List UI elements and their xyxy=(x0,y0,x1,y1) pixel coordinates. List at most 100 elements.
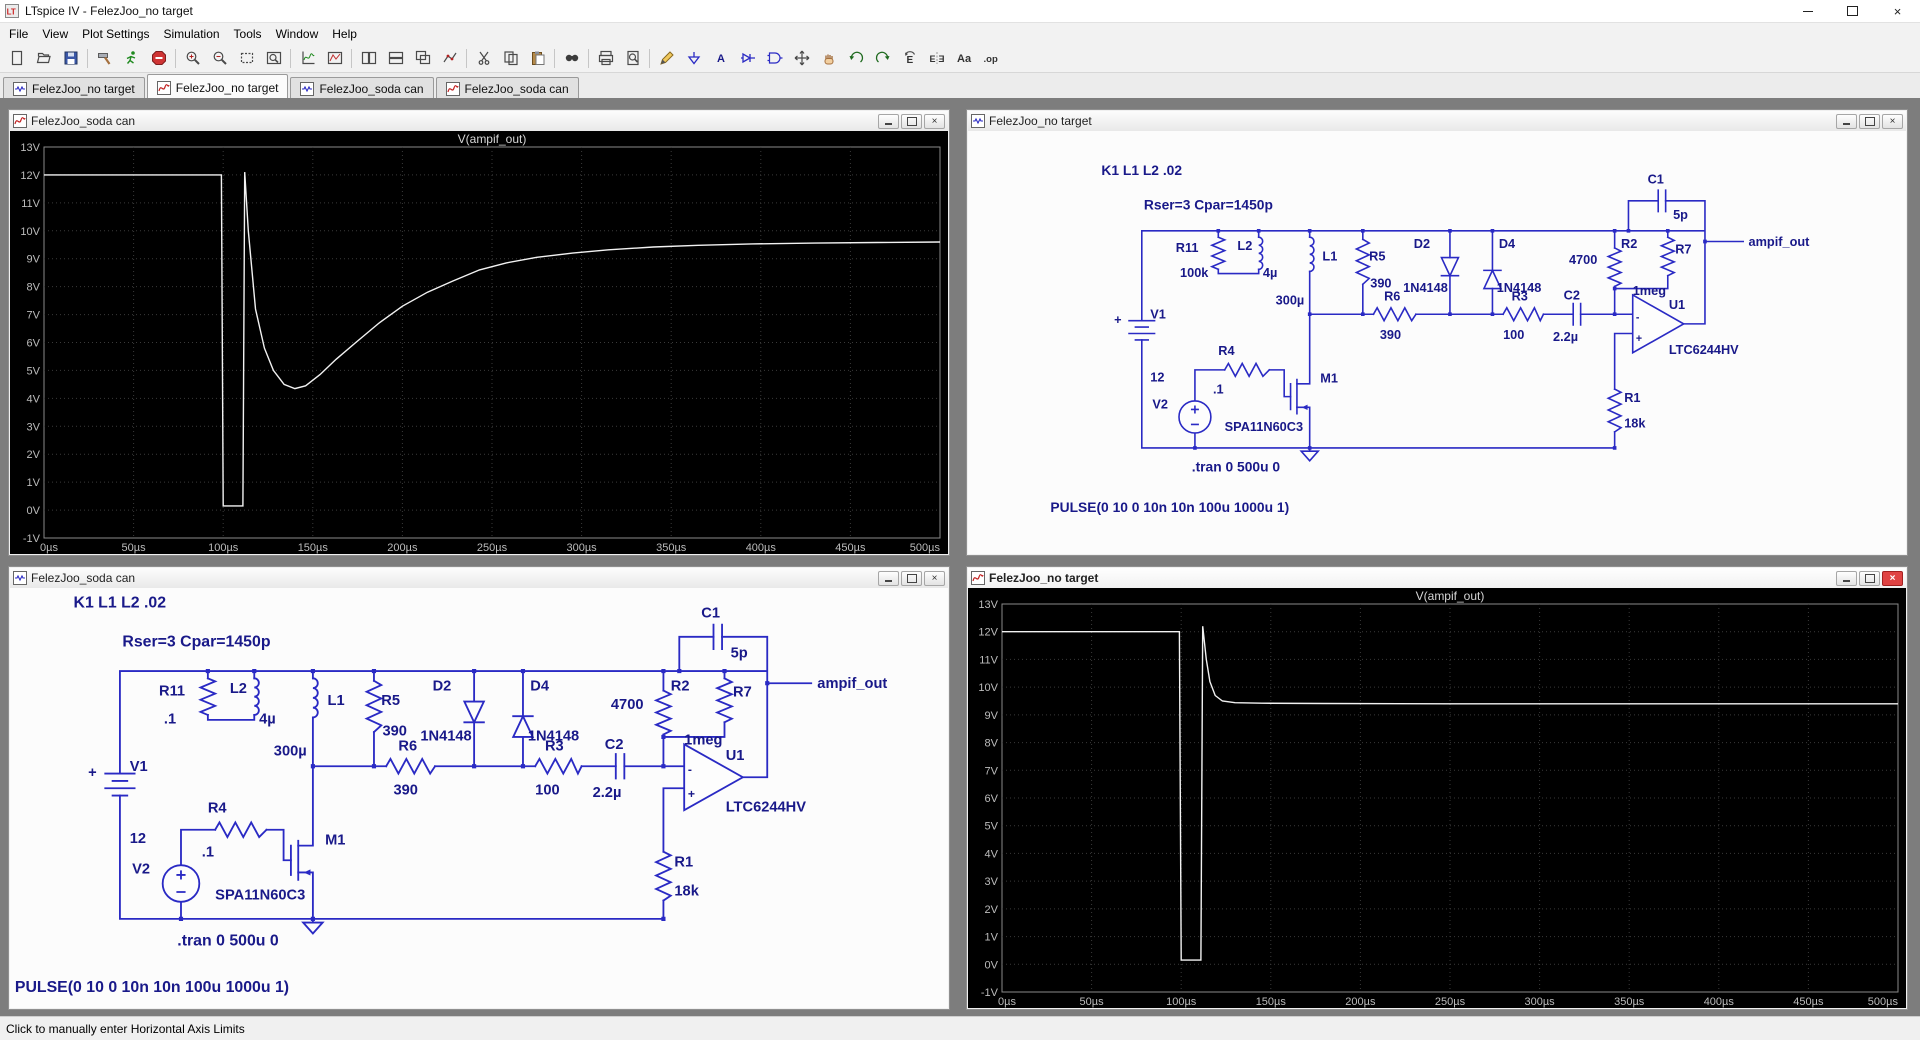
label-r5[interactable]: R5 xyxy=(381,693,400,709)
child-window-plot-no-target[interactable]: FelezJoo_no target × 0µs50µs100µs150µs20… xyxy=(966,566,1908,1010)
child-close-button[interactable]: × xyxy=(1882,571,1903,586)
zoom-fit-icon[interactable] xyxy=(260,46,287,71)
close-button[interactable]: × xyxy=(1875,0,1920,22)
inductor-l1[interactable] xyxy=(1310,237,1314,271)
directive-pulse[interactable]: PULSE(0 10 0 10n 10n 100u 1000u 1) xyxy=(15,979,289,996)
label-r2[interactable]: R2 xyxy=(671,679,690,695)
label-l2[interactable]: L2 xyxy=(1237,238,1252,253)
label-d2[interactable]: D2 xyxy=(433,679,452,695)
cut-icon[interactable] xyxy=(470,46,497,71)
resistor-r6[interactable] xyxy=(1373,308,1416,321)
resistor-r2[interactable] xyxy=(1608,248,1621,287)
child-window-plot-soda-can[interactable]: FelezJoo_soda can × 0µs50µs100µs150µs200… xyxy=(8,109,950,556)
tab-felezjoo-soda-can-schematic[interactable]: FelezJoo_soda can xyxy=(290,77,433,100)
value-c2[interactable]: 2.2µ xyxy=(1553,329,1578,344)
autorange-y-icon[interactable] xyxy=(294,46,321,71)
label-l1[interactable]: L1 xyxy=(328,693,345,709)
value-l2[interactable]: 4µ xyxy=(1263,265,1277,280)
directive-rser[interactable]: Rser=3 Cpar=1450p xyxy=(122,634,270,651)
redo-icon[interactable] xyxy=(869,46,896,71)
label-v1[interactable]: V1 xyxy=(130,759,148,775)
value-l1[interactable]: 300µ xyxy=(1276,293,1305,308)
menu-help[interactable]: Help xyxy=(325,25,364,43)
schematic-canvas-no-target[interactable]: K1 L1 L2 .02 Rser=3 Cpar=1450p R11 100k … xyxy=(968,131,1906,554)
net-label-ampif-out[interactable]: ampif_out xyxy=(817,676,887,692)
spice-directive-icon[interactable]: .op xyxy=(977,46,1004,71)
resistor-r2[interactable] xyxy=(656,691,671,735)
save-icon[interactable] xyxy=(57,46,84,71)
label-c2[interactable]: C2 xyxy=(605,737,624,753)
label-m1[interactable]: M1 xyxy=(1320,371,1338,386)
label-u1[interactable]: U1 xyxy=(1669,297,1685,312)
inductor-l2[interactable] xyxy=(254,678,259,715)
value-m1[interactable]: SPA11N60C3 xyxy=(1225,419,1303,434)
zoom-out-icon[interactable] xyxy=(206,46,233,71)
label-r3[interactable]: R3 xyxy=(1512,288,1528,303)
ground-symbol[interactable] xyxy=(1301,451,1318,461)
title-bar[interactable]: LT LTspice IV - FelezJoo_no target × xyxy=(0,0,1920,23)
child-window-schematic-soda-can[interactable]: FelezJoo_soda can × xyxy=(8,566,950,1010)
value-d2[interactable]: 1N4148 xyxy=(420,729,471,745)
battery-v1[interactable] xyxy=(105,774,134,796)
value-d2[interactable]: 1N4148 xyxy=(1403,280,1448,295)
label-r6[interactable]: R6 xyxy=(1384,288,1400,303)
value-v1[interactable]: 12 xyxy=(130,831,146,847)
value-r11[interactable]: .1 xyxy=(164,712,176,728)
label-r1[interactable]: R1 xyxy=(1624,390,1640,405)
label-c1[interactable]: C1 xyxy=(701,605,720,621)
place-component-icon[interactable] xyxy=(761,46,788,71)
resistor-r5[interactable] xyxy=(1356,239,1369,284)
menu-view[interactable]: View xyxy=(35,25,75,43)
menu-simulation[interactable]: Simulation xyxy=(157,25,227,43)
label-r5[interactable]: R5 xyxy=(1369,249,1385,264)
menu-file[interactable]: File xyxy=(2,25,35,43)
value-r4[interactable]: .1 xyxy=(1213,381,1224,396)
zoom-area-icon[interactable] xyxy=(233,46,260,71)
resistor-r7[interactable] xyxy=(717,678,732,722)
label-r7[interactable]: R7 xyxy=(1675,241,1691,256)
value-l2[interactable]: 4µ xyxy=(259,712,276,728)
label-v1[interactable]: V1 xyxy=(1150,306,1166,321)
net-label-ampif-out[interactable]: ampif_out xyxy=(1749,234,1811,249)
directive-coupling[interactable]: K1 L1 L2 .02 xyxy=(1101,162,1182,178)
child-title-bar[interactable]: FelezJoo_no target × xyxy=(968,568,1906,588)
minimize-button[interactable] xyxy=(1785,0,1830,22)
label-l2[interactable]: L2 xyxy=(230,681,247,697)
child-close-button[interactable]: × xyxy=(924,114,945,129)
label-d4[interactable]: D4 xyxy=(1499,236,1516,251)
child-maximize-button[interactable] xyxy=(1859,114,1880,129)
label-r4[interactable]: R4 xyxy=(208,801,228,817)
resistor-r1[interactable] xyxy=(1608,389,1621,432)
child-maximize-button[interactable] xyxy=(901,114,922,129)
value-r6[interactable]: 390 xyxy=(394,782,418,798)
value-r7[interactable]: 1meg xyxy=(684,732,722,748)
tab-felezjoo-no-target-schematic[interactable]: FelezJoo_no target xyxy=(3,77,145,100)
waveform-plot[interactable]: 0µs50µs100µs150µs200µs250µs300µs350µs400… xyxy=(968,588,1906,1008)
place-ground-icon[interactable] xyxy=(680,46,707,71)
mosfet-m1[interactable] xyxy=(1291,380,1308,414)
label-d4[interactable]: D4 xyxy=(530,679,550,695)
battery-v1[interactable] xyxy=(1129,321,1155,340)
value-r5[interactable]: 390 xyxy=(383,724,407,740)
paste-icon[interactable] xyxy=(524,46,551,71)
plot-settings-icon[interactable] xyxy=(321,46,348,71)
waveform-pane-no-target[interactable]: 0µs50µs100µs150µs200µs250µs300µs350µs400… xyxy=(968,588,1906,1008)
directive-pulse[interactable]: PULSE(0 10 0 10n 10n 100u 1000u 1) xyxy=(1050,499,1289,515)
directive-tran[interactable]: .tran 0 500u 0 xyxy=(177,933,279,950)
child-close-button[interactable]: × xyxy=(924,571,945,586)
child-maximize-button[interactable] xyxy=(1859,571,1880,586)
resistor-r3[interactable] xyxy=(1503,308,1543,321)
capacitor-c2[interactable] xyxy=(616,754,625,778)
child-minimize-button[interactable] xyxy=(878,114,899,129)
resistor-r11[interactable] xyxy=(201,678,216,715)
source-v2[interactable] xyxy=(163,865,200,902)
waveform-pane-soda-can[interactable]: 0µs50µs100µs150µs200µs250µs300µs350µs400… xyxy=(10,131,948,554)
label-d2[interactable]: D2 xyxy=(1414,236,1430,251)
child-minimize-button[interactable] xyxy=(1836,571,1857,586)
child-minimize-button[interactable] xyxy=(878,571,899,586)
label-r7[interactable]: R7 xyxy=(733,685,752,701)
halt-simulation-icon[interactable] xyxy=(145,46,172,71)
capacitor-c1[interactable] xyxy=(714,625,723,649)
resistor-r4[interactable] xyxy=(215,822,266,837)
label-v2[interactable]: V2 xyxy=(132,862,150,878)
